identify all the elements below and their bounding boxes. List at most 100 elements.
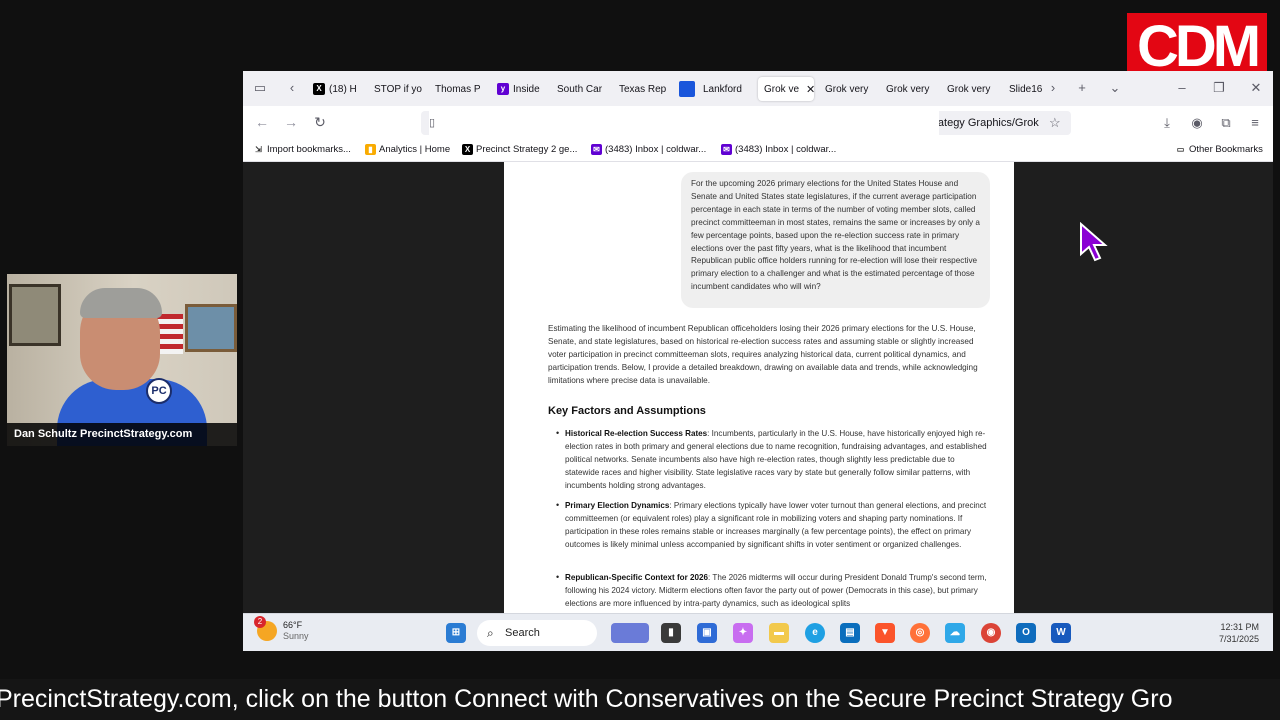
list-item: Republican-Specific Context for 2026: Th… [556, 571, 990, 610]
bullet-title: Historical Re-election Success Rates [565, 429, 708, 438]
weather-widget[interactable]: 2 66°F Sunny [254, 616, 309, 642]
navigation-bar: ← → ↻ ▯ file:///C:/Users/dan/OneDrive/Pi… [243, 106, 1273, 140]
tab[interactable]: Grok very [819, 77, 877, 101]
section-heading: Key Factors and Assumptions [548, 405, 706, 417]
weather-temp: 66°F [283, 620, 303, 630]
tab-label: Thomas P [435, 83, 481, 95]
x-logo-icon: X [462, 144, 473, 155]
tab[interactable]: Texas Rep [613, 77, 671, 101]
blue-square-icon [679, 81, 695, 97]
file-explorer-icon[interactable]: ▬ [769, 623, 789, 643]
mouse-cursor-icon [1080, 222, 1108, 262]
tab[interactable]: Slide16 [1003, 77, 1049, 101]
tab[interactable]: STOP if yo [368, 77, 426, 101]
other-bookmarks[interactable]: ▭ Other Bookmarks [1175, 144, 1263, 155]
brave-icon[interactable]: ▼ [875, 623, 895, 643]
other-bookmarks-label: Other Bookmarks [1189, 144, 1263, 155]
webcam-overlay: PC Dan Schultz PrecinctStrategy.com [7, 274, 237, 446]
menu-icon[interactable]: ≡ [1246, 115, 1264, 130]
notification-badge: 2 [254, 616, 266, 628]
search-label: Search [505, 627, 540, 639]
tab[interactable]: y Inside [491, 77, 547, 101]
list-item: Primary Election Dynamics: Primary elect… [556, 499, 990, 551]
scrolling-ticker: PrecinctStrategy.com, click on the butto… [0, 679, 1280, 720]
bookmark-item[interactable]: ▮ Analytics | Home [365, 144, 450, 155]
yahoo-icon: y [497, 83, 509, 95]
extensions-icon[interactable]: ⧉ [1217, 115, 1235, 131]
picture-frame [9, 284, 61, 346]
chrome-icon[interactable]: ◉ [981, 623, 1001, 643]
minimize-icon[interactable]: – [1173, 80, 1191, 95]
bookmark-label: Precinct Strategy 2 ge... [476, 144, 578, 155]
taskbar-search[interactable]: ⌕ Search [477, 620, 597, 646]
document-page: For the upcoming 2026 primary elections … [504, 162, 1014, 613]
firefox-icon[interactable]: ◎ [910, 623, 930, 643]
forward-icon[interactable]: → [282, 114, 300, 130]
tab[interactable]: Lankford [697, 77, 753, 101]
bookmark-label: Analytics | Home [379, 144, 451, 155]
windows-start-icon[interactable]: ⊞ [446, 623, 466, 643]
tab-label: Grok ve [764, 83, 800, 95]
picture-frame [185, 304, 237, 352]
tab-label: (18) H [329, 83, 357, 95]
search-icon: ⌕ [487, 626, 494, 640]
reload-icon[interactable]: ↻ [311, 114, 329, 131]
tab-label: Lankford [703, 83, 742, 95]
ticker-text: PrecinctStrategy.com, click on the butto… [0, 685, 1173, 713]
dell-icon[interactable]: ▤ [840, 623, 860, 643]
restore-icon[interactable]: ❐ [1210, 80, 1228, 96]
sun-icon: 2 [254, 616, 277, 641]
tab[interactable]: Grok very [941, 77, 999, 101]
tab[interactable]: Grok very [880, 77, 938, 101]
windows-taskbar: 2 66°F Sunny ⊞ ⌕ Search ▮ ▣ ✦ ▬ e ▤ ▼ ◎ … [243, 613, 1273, 651]
bookmark-star-icon[interactable]: ☆ [1049, 115, 1061, 131]
file-icon: ▯ [429, 111, 939, 135]
bookmark-item[interactable]: ✉ (3483) Inbox | coldwar... [721, 144, 836, 155]
tab-label: Slide16 [1009, 83, 1043, 95]
task-view-icon[interactable]: ▮ [661, 623, 681, 643]
bullet-title: Republican-Specific Context for 2026 [565, 573, 709, 582]
address-bar[interactable]: ▯ file:///C:/Users/dan/OneDrive/Pictures… [421, 111, 1071, 135]
tab[interactable]: X (18) H [307, 77, 363, 101]
copilot-icon[interactable]: ✦ [733, 623, 753, 643]
outlook-icon[interactable]: O [1016, 623, 1036, 643]
tab-bar: ▭ ‹ X (18) H STOP if yo Thomas P y Insid… [243, 71, 1273, 106]
bookmark-label: Import bookmarks... [267, 144, 351, 155]
account-icon[interactable]: ◉ [1188, 115, 1206, 131]
close-tab-icon[interactable]: ✕ [806, 83, 814, 96]
cdm-logo: CDM [1127, 13, 1267, 80]
new-tab-icon[interactable]: + [1073, 80, 1091, 95]
back-icon[interactable]: ← [253, 114, 271, 130]
tab-overview-icon[interactable]: ▭ [251, 80, 269, 96]
bookmark-item[interactable]: ⇲ Import bookmarks... [253, 144, 351, 155]
x-logo-icon: X [313, 83, 325, 95]
presenter-name-tag: Dan Schultz PrecinctStrategy.com [7, 423, 237, 446]
tab[interactable]: South Car [551, 77, 609, 101]
close-window-icon[interactable]: ✕ [1247, 80, 1265, 96]
edge-icon[interactable]: e [805, 623, 825, 643]
tab-label: Grok very [825, 83, 869, 95]
downloads-icon[interactable]: ⤓ [1158, 115, 1176, 131]
bookmarks-toolbar: ⇲ Import bookmarks... ▮ Analytics | Home… [243, 140, 1273, 162]
tab-scroll-left-icon[interactable]: ‹ [283, 80, 301, 95]
tab-label: South Car [557, 83, 603, 95]
onedrive-icon[interactable]: ☁ [945, 623, 965, 643]
tab-scroll-right-icon[interactable]: › [1044, 80, 1062, 95]
presenter-hair [80, 288, 162, 318]
widgets-icon[interactable] [611, 623, 649, 643]
analytics-icon: ▮ [365, 144, 376, 155]
page-viewport: For the upcoming 2026 primary elections … [243, 162, 1273, 613]
word-icon[interactable]: W [1051, 623, 1071, 643]
clock-time: 12:31 PM [1220, 622, 1259, 632]
tab[interactable]: Thomas P [429, 77, 487, 101]
user-prompt-bubble: For the upcoming 2026 primary elections … [681, 172, 990, 308]
tab-active[interactable]: Grok ve ✕ [758, 77, 814, 101]
yahoo-mail-icon: ✉ [721, 144, 732, 155]
system-clock[interactable]: 12:31 PM 7/31/2025 [1219, 621, 1259, 645]
bookmark-item[interactable]: ✉ (3483) Inbox | coldwar... [591, 144, 706, 155]
weather-desc: Sunny [283, 631, 309, 641]
list-tabs-chevron-icon[interactable]: ⌄ [1106, 80, 1124, 96]
bookmark-item[interactable]: X Precinct Strategy 2 ge... [462, 144, 577, 155]
tab[interactable] [673, 77, 699, 101]
store-icon[interactable]: ▣ [697, 623, 717, 643]
